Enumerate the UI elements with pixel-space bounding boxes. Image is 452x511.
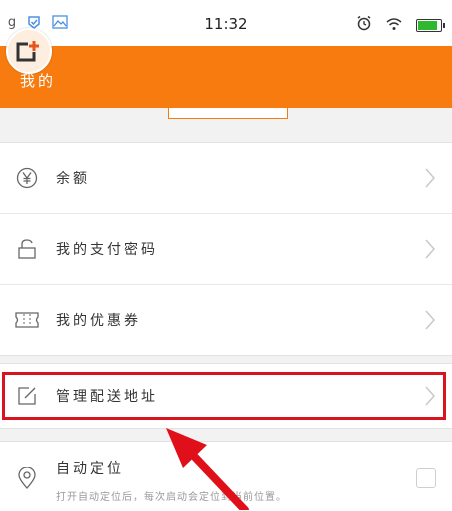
annotation-arrow-icon [166,428,249,510]
